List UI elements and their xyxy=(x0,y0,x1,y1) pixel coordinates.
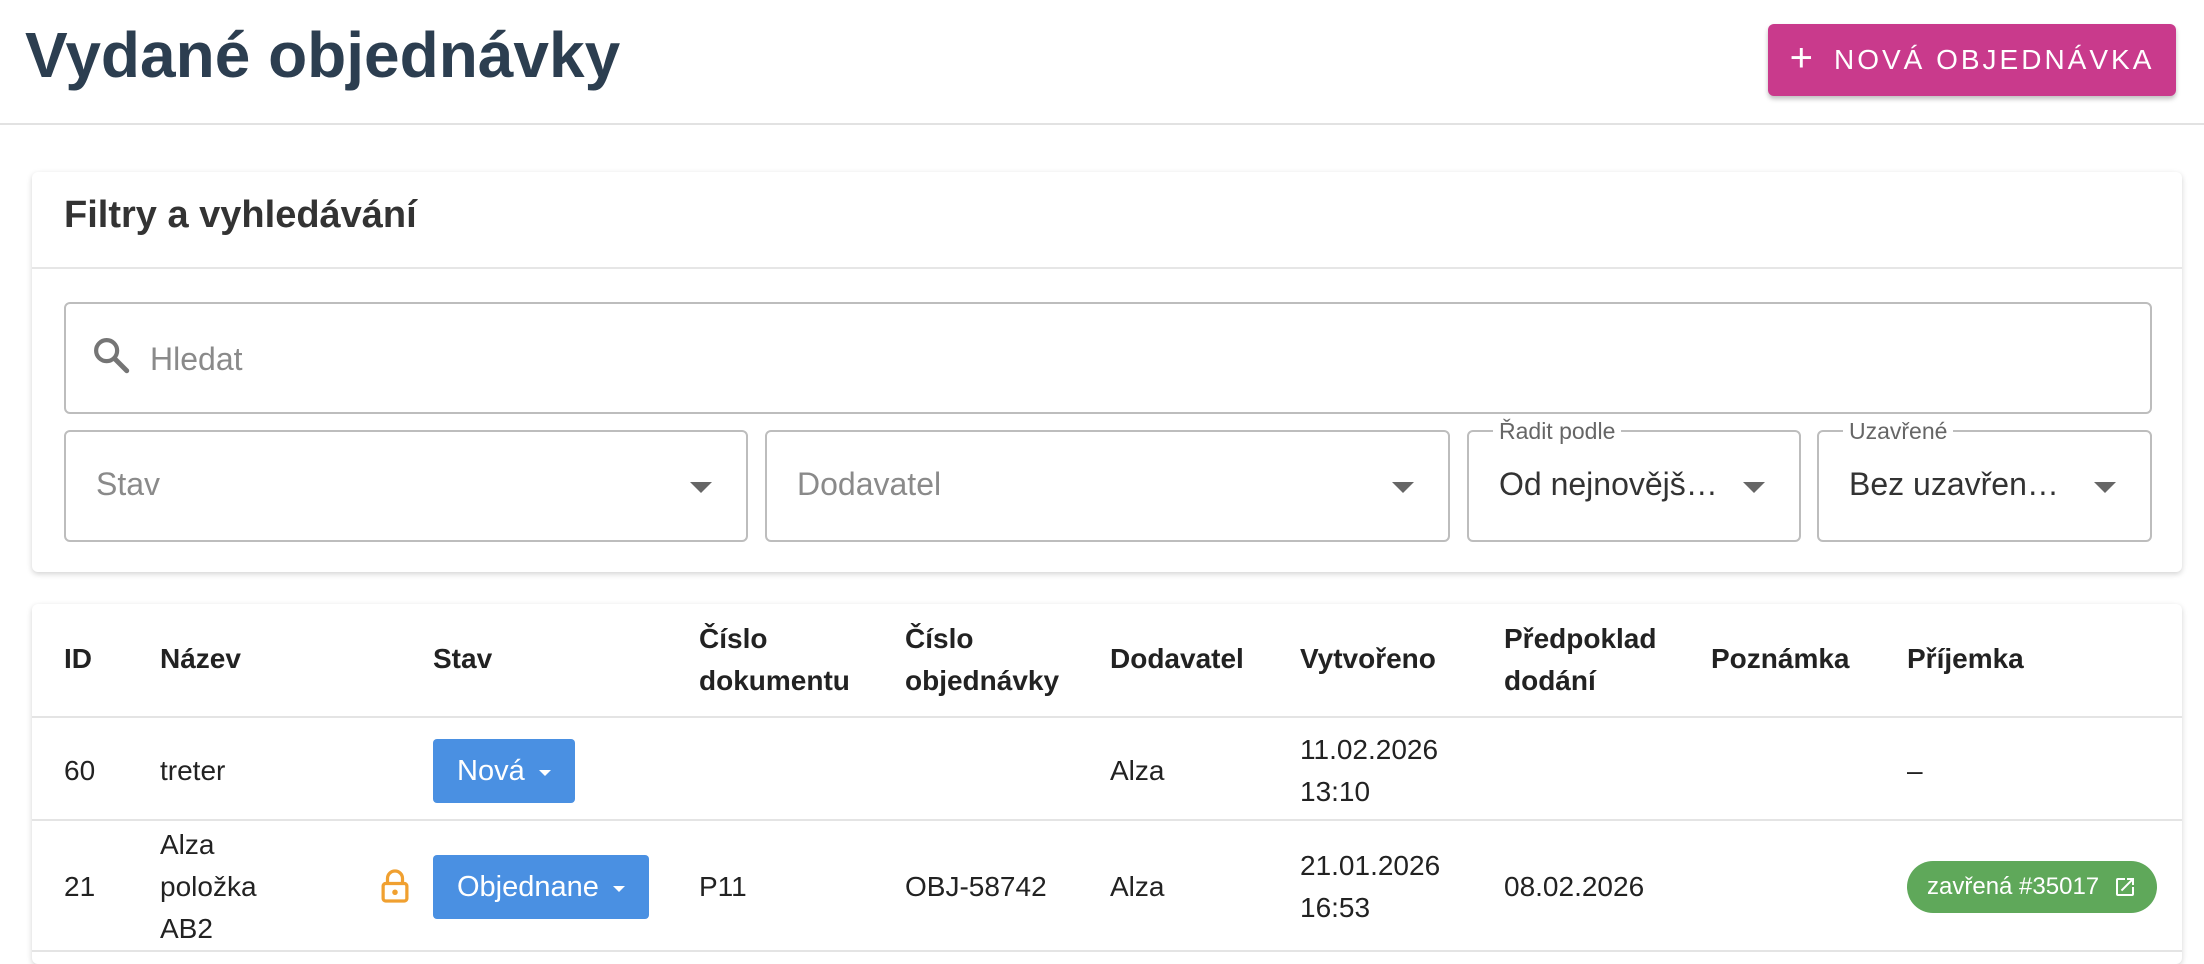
column-header-status[interactable]: Stav xyxy=(433,638,492,680)
cell-name-line1: Alza xyxy=(160,829,215,860)
divider xyxy=(32,267,2182,269)
orders-table: ID Název Stav Číslo dokumentu Číslo obje… xyxy=(32,604,2182,964)
column-header-order-number-line2: objednávky xyxy=(905,665,1060,696)
filter-card: Filtry a vyhledávání Stav Dodavatel Řadi… xyxy=(32,172,2182,572)
search-input[interactable] xyxy=(148,326,2132,392)
cell-id: 60 xyxy=(64,755,96,786)
cell-expected-delivery: 08.02.2026 xyxy=(1504,871,1645,902)
closed-select-label: Uzavřené xyxy=(1843,418,1954,445)
column-header-supplier[interactable]: Dodavatel xyxy=(1110,638,1244,680)
sort-select-value: Od nejnovějš… xyxy=(1499,466,1718,502)
closed-select-value: Bez uzavřen… xyxy=(1849,466,2059,502)
dropdown-caret-icon xyxy=(2094,482,2116,493)
lock-icon xyxy=(381,869,409,903)
cell-created-date: 21.01.2026 xyxy=(1300,850,1441,881)
receipt-link-badge[interactable]: zavřená #35017 xyxy=(1907,861,2158,913)
cell-created: 21.01.2026 16:53 xyxy=(1300,845,1440,929)
dropdown-caret-icon xyxy=(1743,482,1765,493)
cell-receipt: – xyxy=(1907,755,1923,786)
page: Vydané objednávky + NOVÁ OBJEDNÁVKA Filt… xyxy=(0,0,2204,964)
column-header-order-number[interactable]: Číslo objednávky xyxy=(905,618,1059,702)
status-label: Nová xyxy=(457,754,525,787)
cell-name: Alza položka AB2 xyxy=(160,824,257,950)
cell-name: treter xyxy=(160,755,226,786)
new-order-button[interactable]: + NOVÁ OBJEDNÁVKA xyxy=(1768,24,2176,96)
cell-created-date: 11.02.2026 xyxy=(1300,734,1439,765)
supplier-select[interactable]: Dodavatel xyxy=(765,430,1450,542)
filter-card-title: Filtry a vyhledávání xyxy=(64,194,417,236)
cell-order-number: OBJ-58742 xyxy=(905,871,1047,902)
cell-doc-number: P11 xyxy=(699,871,747,902)
cell-name-line2: položka xyxy=(160,871,257,902)
cell-name-line3: AB2 xyxy=(160,913,213,944)
cell-supplier: Alza xyxy=(1110,871,1165,902)
column-header-name[interactable]: Název xyxy=(160,638,241,680)
status-dropdown-button[interactable]: Objednane xyxy=(433,855,649,919)
page-title: Vydané objednávky xyxy=(25,19,621,91)
chevron-down-icon xyxy=(538,770,551,776)
column-header-expected-delivery[interactable]: Předpoklad dodání xyxy=(1504,618,1656,702)
plus-icon: + xyxy=(1789,36,1816,80)
column-header-doc-number-line1: Číslo xyxy=(699,623,768,654)
column-header-receipt[interactable]: Příjemka xyxy=(1907,638,2024,680)
status-dropdown-button[interactable]: Nová xyxy=(433,739,575,803)
status-select[interactable]: Stav xyxy=(64,430,748,542)
column-header-order-number-line1: Číslo xyxy=(905,623,974,654)
header-divider xyxy=(32,716,2182,718)
cell-created-time: 13:10 xyxy=(1300,776,1371,807)
row-divider xyxy=(32,819,2182,821)
column-header-expected-line1: Předpoklad xyxy=(1504,623,1657,654)
status-label: Objednane xyxy=(457,870,599,903)
status-select-placeholder: Stav xyxy=(96,466,161,502)
supplier-select-placeholder: Dodavatel xyxy=(797,466,942,502)
column-header-expected-line2: dodání xyxy=(1504,665,1596,696)
sort-select[interactable]: Řadit podle Od nejnovějš… xyxy=(1467,418,1801,542)
dropdown-caret-icon xyxy=(1392,482,1414,493)
search-icon xyxy=(94,338,130,374)
column-header-id[interactable]: ID xyxy=(64,638,92,680)
closed-select[interactable]: Uzavřené Bez uzavřen… xyxy=(1817,418,2152,542)
search-field[interactable] xyxy=(64,302,2152,414)
column-header-note[interactable]: Poznámka xyxy=(1711,638,1850,680)
cell-supplier: Alza xyxy=(1110,755,1165,786)
external-link-icon xyxy=(2116,878,2135,896)
new-order-button-label: NOVÁ OBJEDNÁVKA xyxy=(1833,44,2155,75)
cell-created-time: 16:53 xyxy=(1300,892,1371,923)
page-header: Vydané objednávky + NOVÁ OBJEDNÁVKA xyxy=(0,0,2204,125)
cell-id: 21 xyxy=(64,871,96,902)
column-header-doc-number-line2: dokumentu xyxy=(699,665,850,696)
sort-select-label: Řadit podle xyxy=(1493,418,1622,445)
cell-created: 11.02.2026 13:10 xyxy=(1300,729,1438,813)
column-header-created[interactable]: Vytvořeno xyxy=(1300,638,1436,680)
receipt-label: zavřená #35017 xyxy=(1927,873,2100,900)
chevron-down-icon xyxy=(612,886,625,892)
column-header-doc-number[interactable]: Číslo dokumentu xyxy=(699,618,850,702)
dropdown-caret-icon xyxy=(690,482,712,493)
